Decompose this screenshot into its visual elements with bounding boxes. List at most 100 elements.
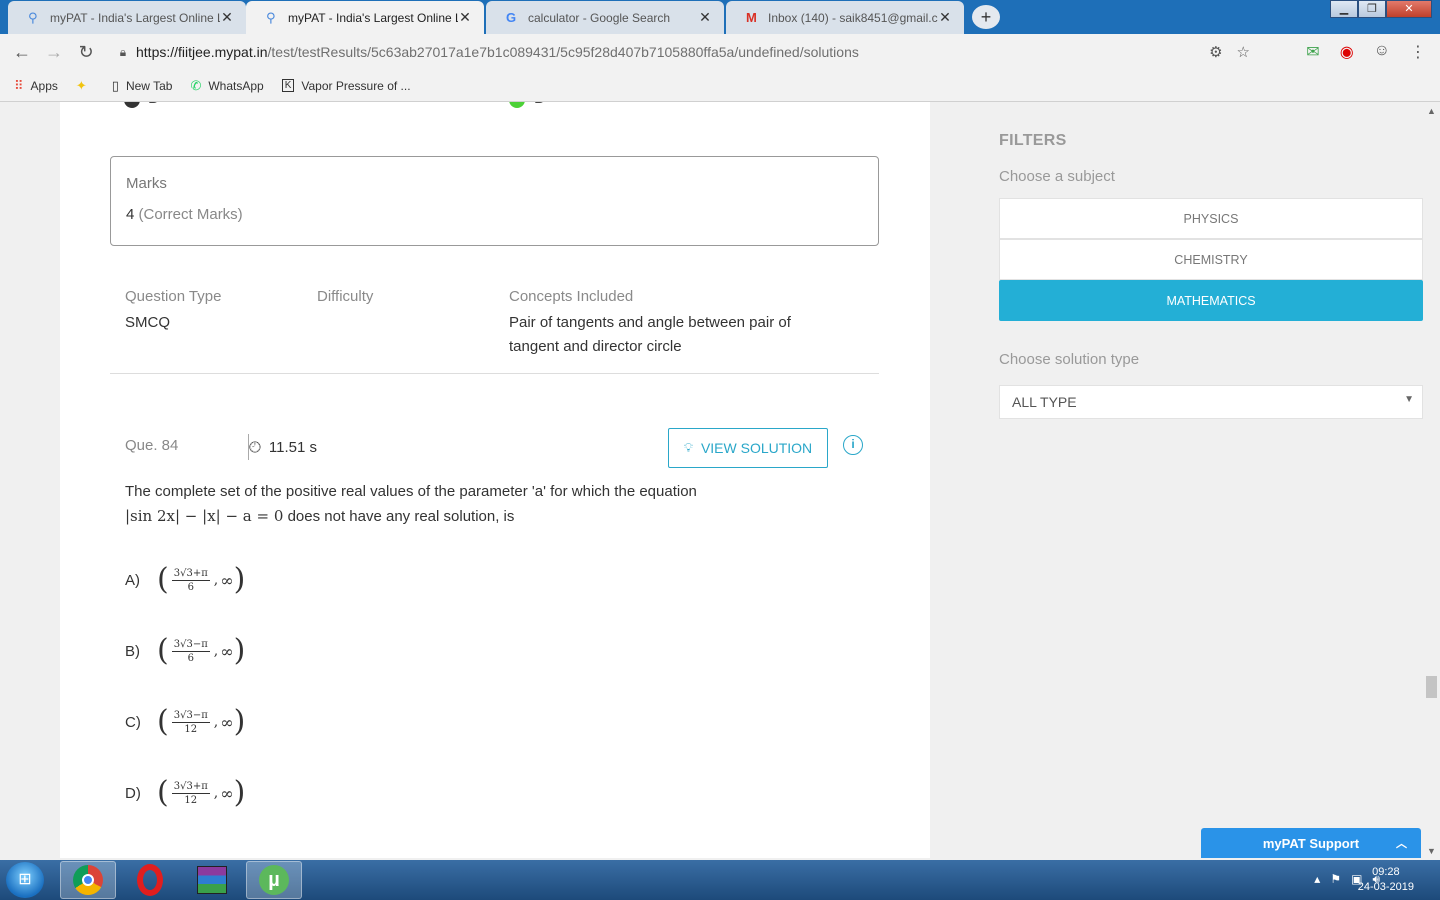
tab-title: calculator - Google Search (528, 10, 671, 25)
scrollbar-thumb[interactable] (1426, 676, 1437, 698)
paren-open: ( (157, 633, 169, 668)
bookmark-label: New Tab (125, 78, 173, 93)
correct-answer-dot (509, 102, 525, 108)
clock-icon: 🕘︎ (249, 438, 261, 456)
profile-avatar-icon[interactable]: ☺︎ (1374, 42, 1390, 62)
close-tab-icon[interactable]: ✕ (220, 9, 234, 26)
action-center-icon[interactable]: ⚑ (1330, 872, 1341, 887)
subject-physics[interactable]: PHYSICS (999, 198, 1423, 239)
paren-open: ( (157, 704, 169, 739)
marks-box: Marks 4 (Correct Marks) (110, 156, 879, 246)
site-settings-icon[interactable]: ⚙︎ (1209, 43, 1222, 61)
concepts-value: Pair of tangents and angle between pair … (509, 314, 791, 355)
lock-icon: 🔒︎ (119, 44, 127, 59)
close-tab-icon[interactable]: ✕ (698, 9, 712, 26)
option-label: D) (125, 784, 141, 802)
infinity-symbol: ∞ (220, 570, 234, 590)
paren-close: ) (233, 775, 246, 810)
forward-arrow-icon[interactable]: → (38, 42, 70, 63)
bookmark-pinwheel[interactable]: ✦ (76, 78, 94, 94)
opera-extension-icon[interactable]: ◉ (1340, 42, 1354, 62)
chrome-icon (73, 865, 103, 895)
bookmark-label: Apps (30, 78, 58, 93)
question-text-line1: The complete set of the positive real va… (125, 483, 697, 500)
infinity-symbol: ∞ (220, 641, 234, 661)
time-value: 11.51 s (268, 438, 317, 456)
tab-title: myPAT - India's Largest Online Le (288, 10, 458, 25)
close-tab-icon[interactable]: ✕ (938, 9, 952, 26)
tray-expand-icon[interactable]: ▴ (1314, 872, 1320, 887)
window-close-icon[interactable]: ✕ (1386, 0, 1432, 18)
reload-icon[interactable]: ↻ (70, 42, 102, 63)
gmail-icon: M (746, 10, 757, 25)
question-equation: |sin 2x| − |x| − a = 0 (125, 507, 284, 525)
chevron-down-icon: ▼ (1404, 394, 1414, 405)
subject-mathematics[interactable]: MATHEMATICS (999, 280, 1423, 321)
bookmark-star-icon[interactable]: ☆ (1237, 43, 1250, 61)
solution-type-value: ALL TYPE (1012, 394, 1077, 410)
view-solution-button[interactable]: 💡︎ VIEW SOLUTION (668, 428, 828, 468)
mypat-icon: ⚲ (28, 9, 38, 25)
browser-tab-3[interactable]: G calculator - Google Search ✕ (486, 1, 724, 34)
close-tab-icon[interactable]: ✕ (458, 9, 472, 26)
previous-answer-legend: D D (124, 102, 624, 116)
bookmark-label: WhatsApp (208, 78, 264, 93)
question-text-tail: does not have any real solution, is (287, 508, 515, 525)
extension-inbox-icon[interactable]: ✉︎ (1306, 42, 1319, 62)
utorrent-icon: µ (259, 865, 289, 895)
taskbar-utorrent[interactable]: µ (246, 861, 302, 899)
option-label: C) (125, 713, 141, 731)
browser-tab-4[interactable]: M Inbox (140) - saik8451@gmail.co ✕ (726, 1, 964, 34)
taskbar-clock[interactable]: 09:28 24-03-2019 (1358, 865, 1414, 895)
solution-type-select[interactable]: ALL TYPE ▼ (999, 385, 1423, 419)
chevron-up-icon: ︿ (1396, 838, 1407, 850)
option-c[interactable]: C) ( 3√3−π 12 , ∞ ) (125, 702, 245, 742)
scroll-up-icon[interactable]: ▲ (1427, 106, 1436, 116)
apps-grid-icon: ⠿ (14, 77, 24, 93)
scroll-down-icon[interactable]: ▼ (1427, 846, 1436, 856)
bulb-icon: 💡︎ (683, 440, 693, 455)
bookmark-vapor-pressure[interactable]: K Vapor Pressure of ... (281, 78, 411, 93)
option-a[interactable]: A) ( 3√3+π 6 , ∞ ) (125, 560, 245, 600)
maximize-icon[interactable]: ❐ (1358, 0, 1386, 18)
subject-chemistry[interactable]: CHEMISTRY (999, 239, 1423, 280)
option-d[interactable]: D) ( 3√3+π 12 , ∞ ) (125, 773, 245, 813)
address-bar[interactable]: 🔒︎ https://fiitjee.mypat.in/test/testRes… (110, 37, 1290, 67)
bookmark-apps[interactable]: ⠿ Apps (14, 78, 58, 94)
taskbar-chrome[interactable] (60, 861, 116, 899)
pinwheel-icon: ✦ (75, 77, 87, 93)
marks-note: (Correct Marks) (138, 206, 243, 223)
support-label: myPAT Support (1262, 835, 1360, 851)
start-button[interactable]: ⊞ (6, 862, 44, 898)
bookmark-label: Vapor Pressure of ... (301, 78, 411, 93)
bookmark-whatsapp[interactable]: ✆ WhatsApp (190, 78, 263, 94)
question-type-value: SMCQ (125, 314, 170, 331)
question-text: The complete set of the positive real va… (125, 480, 865, 529)
browser-toolbar: ← → ↻ 🔒︎ https://fiitjee.mypat.in/test/t… (0, 34, 1440, 70)
new-tab-button[interactable]: + (972, 5, 1000, 29)
option-label: B) (125, 642, 140, 660)
browser-tab-1[interactable]: ⚲ myPAT - India's Largest Online Le ✕ (8, 1, 246, 34)
info-icon[interactable]: i (843, 435, 863, 455)
taskbar-winrar[interactable] (184, 861, 240, 899)
mypat-icon: ⚲ (266, 9, 276, 25)
taskbar-opera[interactable] (122, 861, 178, 899)
section-divider (110, 373, 879, 374)
fraction-numerator: 3√3+π (171, 567, 210, 581)
option-b[interactable]: B) ( 3√3−π 6 , ∞ ) (125, 631, 245, 671)
paren-close: ) (233, 562, 246, 597)
menu-kebab-icon[interactable]: ⋮ (1410, 42, 1426, 62)
concepts-label: Concepts Included (509, 288, 634, 305)
winrar-icon (197, 866, 227, 894)
bookmarks-bar: ⠿ Apps ✦ ▯ New Tab ✆ WhatsApp K Vapor Pr… (0, 70, 1440, 102)
question-header: Que. 84 🕘︎ 11.51 s 💡︎ VIEW SOLUTION i (125, 428, 865, 468)
page-scrollbar[interactable]: ▲ ▼ (1423, 102, 1440, 858)
support-chat-button[interactable]: myPAT Support ︿ (1201, 828, 1421, 858)
back-arrow-icon[interactable]: ← (6, 42, 38, 63)
solution-type-label: Choose solution type (999, 351, 1140, 368)
browser-tab-2[interactable]: ⚲ myPAT - India's Largest Online Le ✕ (246, 1, 484, 34)
question-type: Question Type SMCQ (125, 288, 221, 335)
bookmark-new-tab[interactable]: ▯ New Tab (112, 78, 173, 94)
window-controls: ▁ ❐ ✕ (1330, 0, 1432, 18)
minimize-icon[interactable]: ▁ (1330, 0, 1358, 18)
